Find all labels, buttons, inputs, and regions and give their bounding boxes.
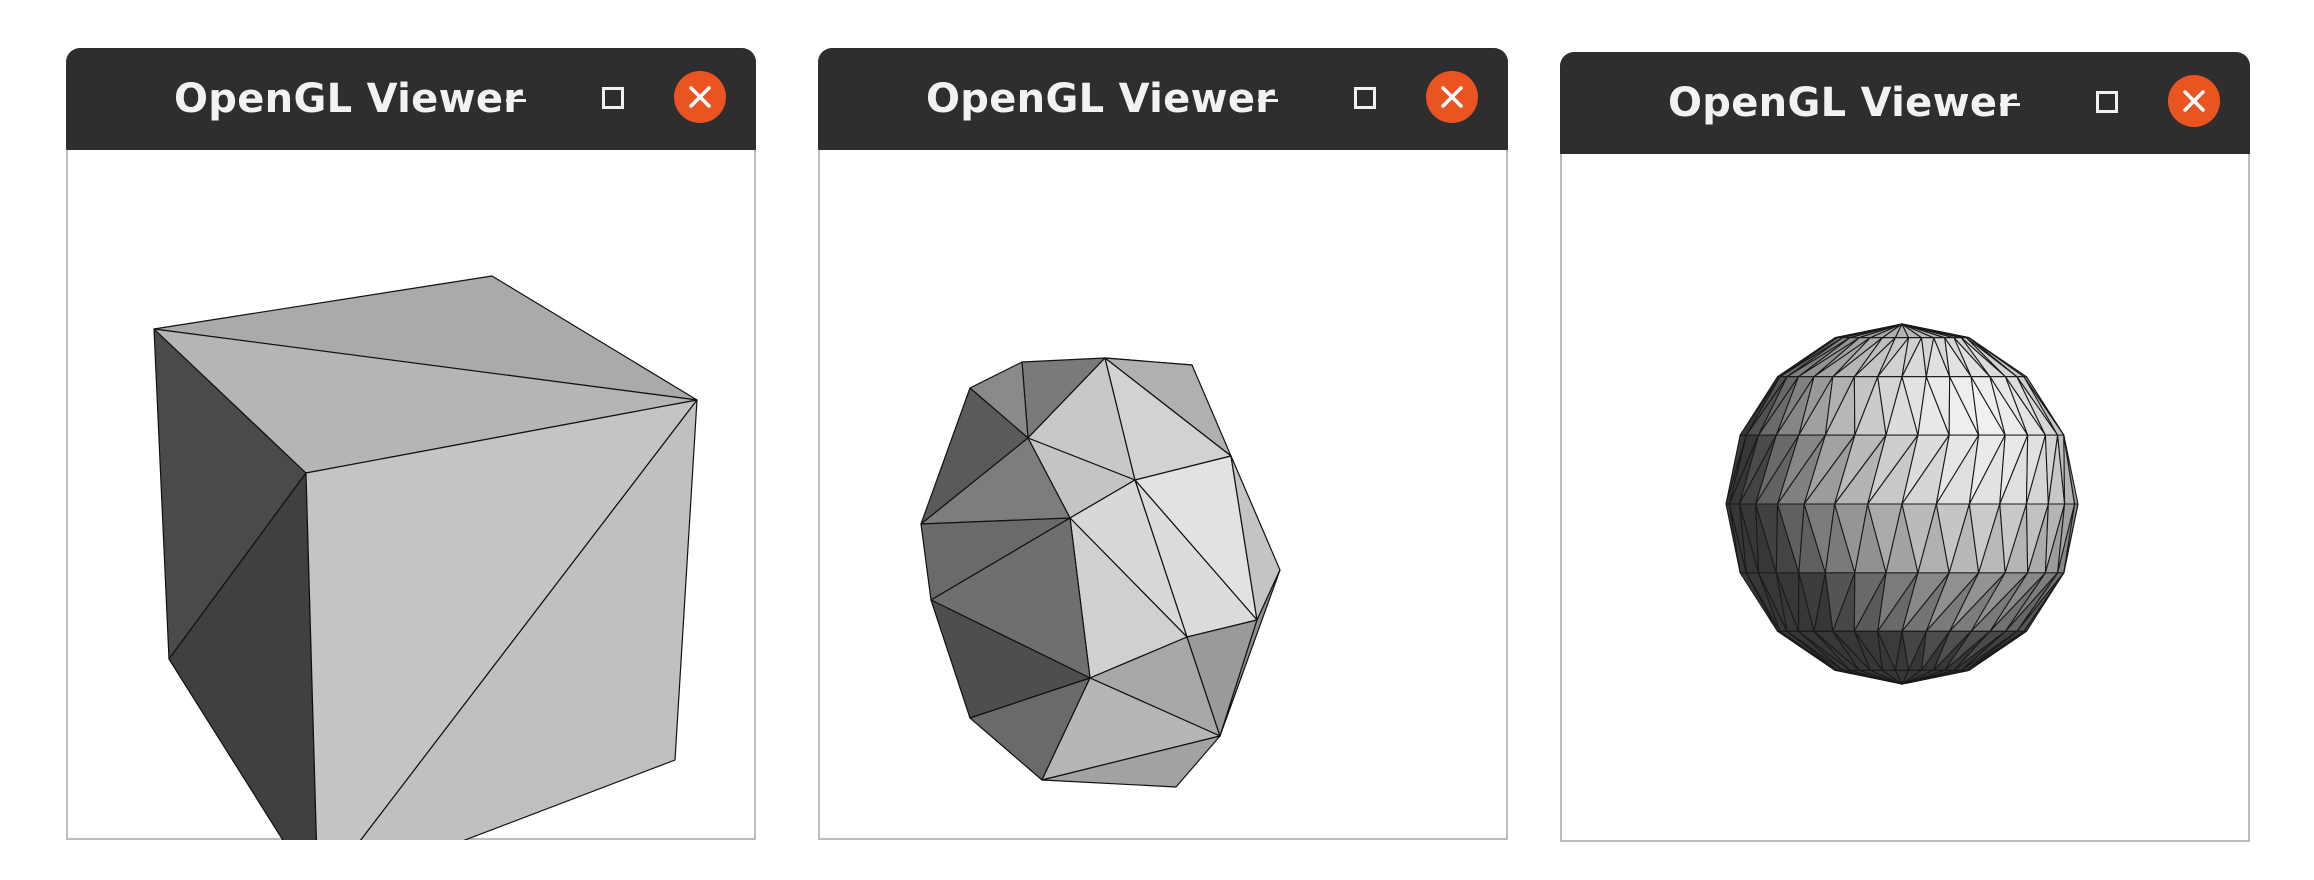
close-icon[interactable]: [2168, 75, 2220, 127]
window-title: OpenGL Viewer: [1668, 80, 2018, 126]
title-bar[interactable]: OpenGL Viewer: [1560, 52, 2250, 154]
maximize-icon[interactable]: [2096, 91, 2118, 113]
maximize-icon[interactable]: [602, 87, 624, 109]
window-title: OpenGL Viewer: [926, 76, 1276, 122]
gl-canvas[interactable]: [1562, 154, 2248, 844]
gl-canvas[interactable]: [820, 150, 1506, 840]
maximize-icon[interactable]: [1354, 87, 1376, 109]
viewer-window-3: OpenGL Viewer: [1560, 52, 2250, 842]
viewer-window-1: OpenGL Viewer: [66, 48, 756, 840]
window-title: OpenGL Viewer: [174, 76, 524, 122]
close-icon[interactable]: [674, 71, 726, 123]
close-icon[interactable]: [1426, 71, 1478, 123]
title-bar[interactable]: OpenGL Viewer: [66, 48, 756, 150]
cube-render: [153, 275, 698, 840]
minimize-icon[interactable]: [1258, 95, 1282, 103]
icosphere-render: [1725, 323, 2079, 685]
title-bar[interactable]: OpenGL Viewer: [818, 48, 1508, 150]
minimize-icon[interactable]: [506, 95, 530, 103]
gl-canvas[interactable]: [68, 150, 754, 840]
minimize-icon[interactable]: [2000, 99, 2024, 107]
icosahedron-render: [920, 357, 1281, 788]
viewer-window-2: OpenGL Viewer: [818, 48, 1508, 840]
